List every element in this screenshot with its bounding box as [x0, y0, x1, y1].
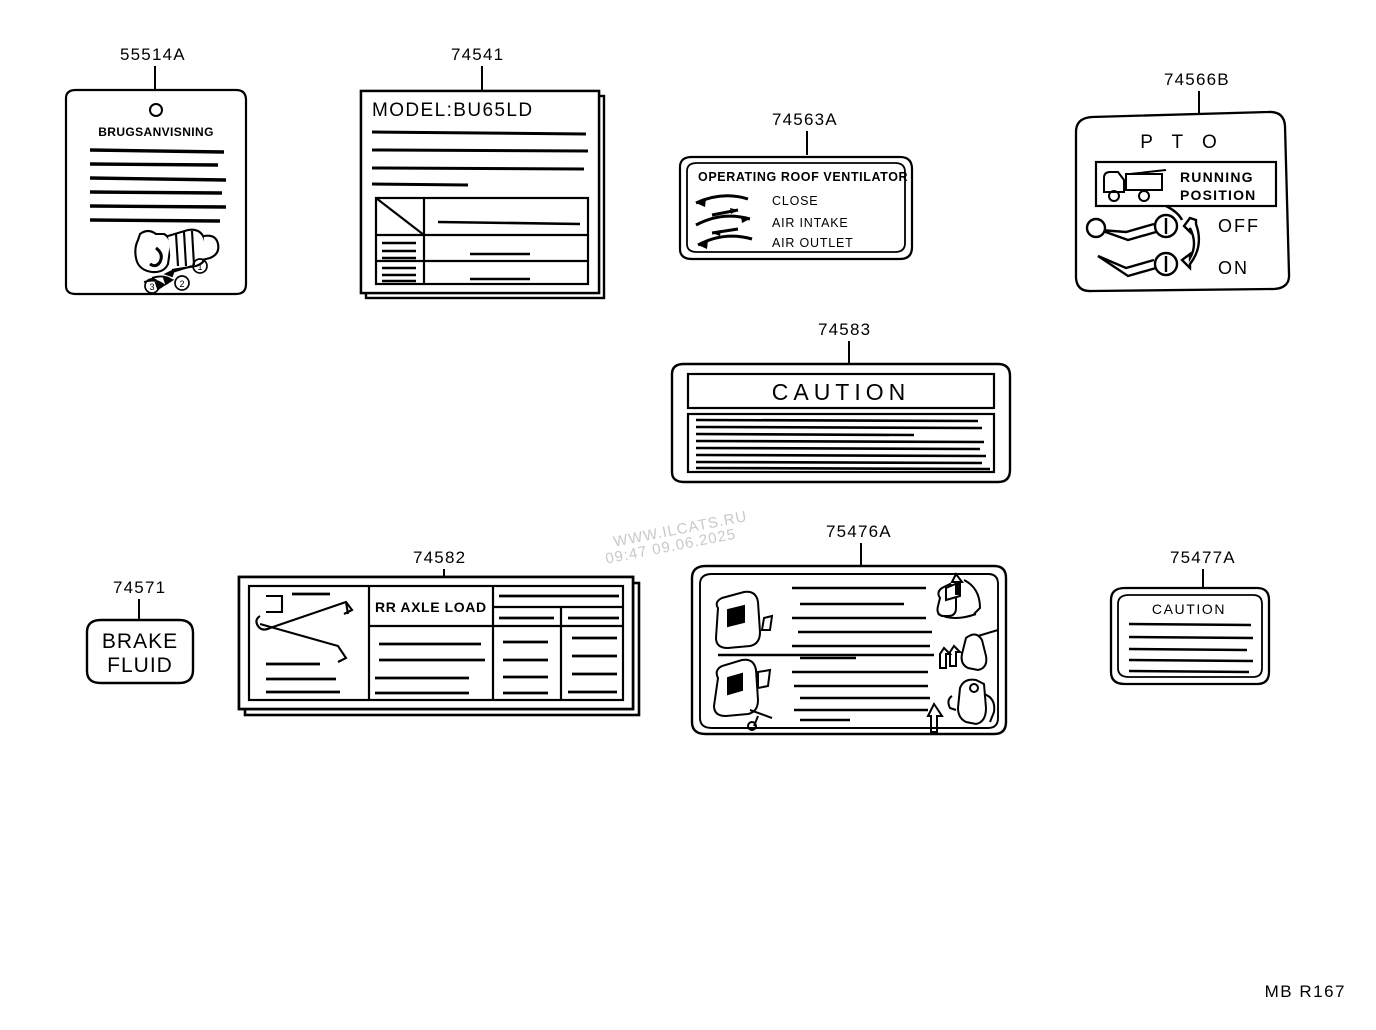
- brake-fluid-line2: FLUID: [107, 654, 173, 677]
- marker-3: 3: [149, 282, 154, 292]
- marker-1: 1: [197, 262, 202, 272]
- part-74541[interactable]: MODEL:BU65LD: [358, 88, 608, 303]
- part-75476A[interactable]: [688, 560, 1013, 746]
- row-label-outlet: AIR OUTLET: [772, 236, 854, 250]
- callout-74583: 74583: [818, 320, 872, 339]
- part-74583[interactable]: CAUTION: [668, 360, 1018, 492]
- callout-74541: 74541: [451, 45, 505, 64]
- callout-75476A: 75476A: [826, 522, 892, 541]
- pto-state-off: OFF: [1218, 216, 1260, 236]
- callout-74582: 74582: [413, 548, 467, 567]
- leader-line-74541: [481, 66, 483, 90]
- label-heading-74566B: P T O: [1140, 132, 1224, 153]
- marker-2: 2: [179, 279, 184, 289]
- row-label-close: CLOSE: [772, 194, 818, 208]
- pto-state-on: ON: [1218, 258, 1249, 278]
- label-heading-74563A: OPERATING ROOF VENTILATOR: [698, 170, 908, 184]
- leader-line-74563A: [806, 131, 808, 155]
- label-heading-74541: MODEL:BU65LD: [372, 100, 533, 121]
- part-74563A[interactable]: OPERATING ROOF VENTILATOR CLOSE AIR INTA…: [676, 153, 921, 268]
- part-74566B[interactable]: P T O RUNNING POSITION OFF ON: [1070, 108, 1300, 298]
- pto-box-line1: RUNNING: [1180, 169, 1254, 185]
- label-heading-74583: CAUTION: [772, 379, 911, 405]
- figure-code: MB R167: [1264, 982, 1346, 1001]
- label-heading-74582: RR AXLE LOAD: [375, 599, 487, 615]
- label-heading-75477A: CAUTION: [1152, 601, 1226, 617]
- pto-box-line2: POSITION: [1180, 187, 1257, 203]
- brake-fluid-line1: BRAKE: [102, 630, 178, 653]
- callout-75477A: 75477A: [1170, 548, 1236, 567]
- part-75477A[interactable]: CAUTION: [1107, 584, 1277, 694]
- callout-74566B: 74566B: [1164, 70, 1230, 89]
- row-label-intake: AIR INTAKE: [772, 216, 849, 230]
- part-74582[interactable]: RR AXLE LOAD: [236, 574, 641, 720]
- callout-74571: 74571: [113, 578, 167, 597]
- part-74571[interactable]: BRAKE FLUID: [83, 616, 198, 688]
- callout-74563A: 74563A: [772, 110, 838, 129]
- callout-55514A: 55514A: [120, 45, 186, 64]
- label-heading-55514A: BRUGSANVISNING: [98, 125, 214, 139]
- diagram-canvas: 55514A BRUGSANVISNING 1 2 3 74541 MODEL:…: [0, 0, 1376, 1030]
- leader-line-55514A: [154, 66, 156, 90]
- part-55514A[interactable]: BRUGSANVISNING 1 2 3: [60, 88, 250, 303]
